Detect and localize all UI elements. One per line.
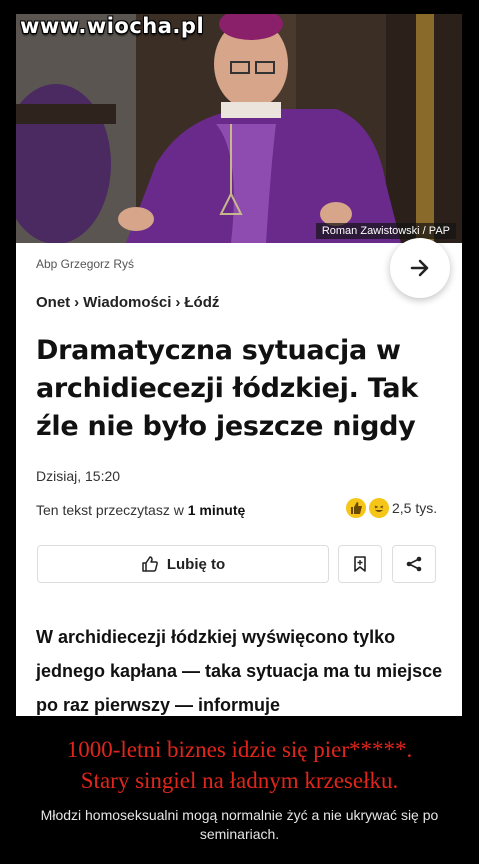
breadcrumb-item-onet[interactable]: Onet	[36, 294, 70, 311]
demotivator-subtext: Młodzi homoseksualni mogą normalnie żyć …	[40, 807, 439, 842]
thumbs-up-icon	[142, 556, 158, 572]
breadcrumb-separator: ›	[175, 294, 181, 311]
read-time: Ten tekst przeczytasz w 1 minutę	[36, 502, 245, 518]
article-lead: W archidiecezji łódzkiej wyświęcono tylk…	[36, 627, 443, 715]
breadcrumb-item-wiadomosci[interactable]: Wiadomości	[83, 294, 171, 311]
demotivator-headline: 1000-letni biznes idzie się pier*****. S…	[0, 734, 479, 796]
read-time-value: 1 minutę	[187, 502, 246, 518]
like-button-label: Lubię to	[166, 555, 226, 573]
bookmark-button[interactable]	[338, 545, 382, 583]
laughing-emoji-icon	[369, 498, 389, 518]
publish-date: Dzisiaj, 15:20	[36, 468, 121, 484]
article-screenshot: www.wiocha.pl Roman Zawistowski / PAP Ab…	[16, 14, 462, 716]
reactions-summary[interactable]: 2,5 tys.	[346, 498, 437, 518]
photo-credit: Roman Zawistowski / PAP	[315, 223, 456, 239]
arrow-right-icon	[410, 259, 429, 277]
watermark-logo: www.wiocha.pl	[20, 14, 205, 38]
read-time-prefix: Ten tekst przeczytasz w	[36, 502, 184, 518]
like-button[interactable]: Lubię to	[37, 545, 329, 583]
article-title: Dramatyczna sytuacja w archidiecezji łód…	[36, 335, 418, 442]
photo-caption: Abp Grzegorz Ryś	[36, 257, 135, 271]
thumbs-up-emoji-icon	[346, 498, 366, 518]
breadcrumb: Onet › Wiadomości › Łódź	[36, 294, 219, 311]
share-icon	[406, 556, 422, 572]
breadcrumb-item-lodz[interactable]: Łódź	[184, 294, 219, 311]
headline-line-2: Stary singiel na ładnym krzesełku.	[80, 768, 399, 793]
breadcrumb-separator: ›	[74, 294, 80, 311]
next-article-button[interactable]	[390, 238, 450, 298]
photo-illustration	[16, 14, 462, 243]
headline-line-1: 1000-letni biznes idzie się pier*****.	[66, 737, 413, 762]
article-photo: www.wiocha.pl Roman Zawistowski / PAP	[16, 14, 462, 243]
share-button[interactable]	[392, 545, 436, 583]
reactions-count: 2,5 tys.	[392, 500, 438, 516]
bookmark-icon	[354, 556, 366, 572]
